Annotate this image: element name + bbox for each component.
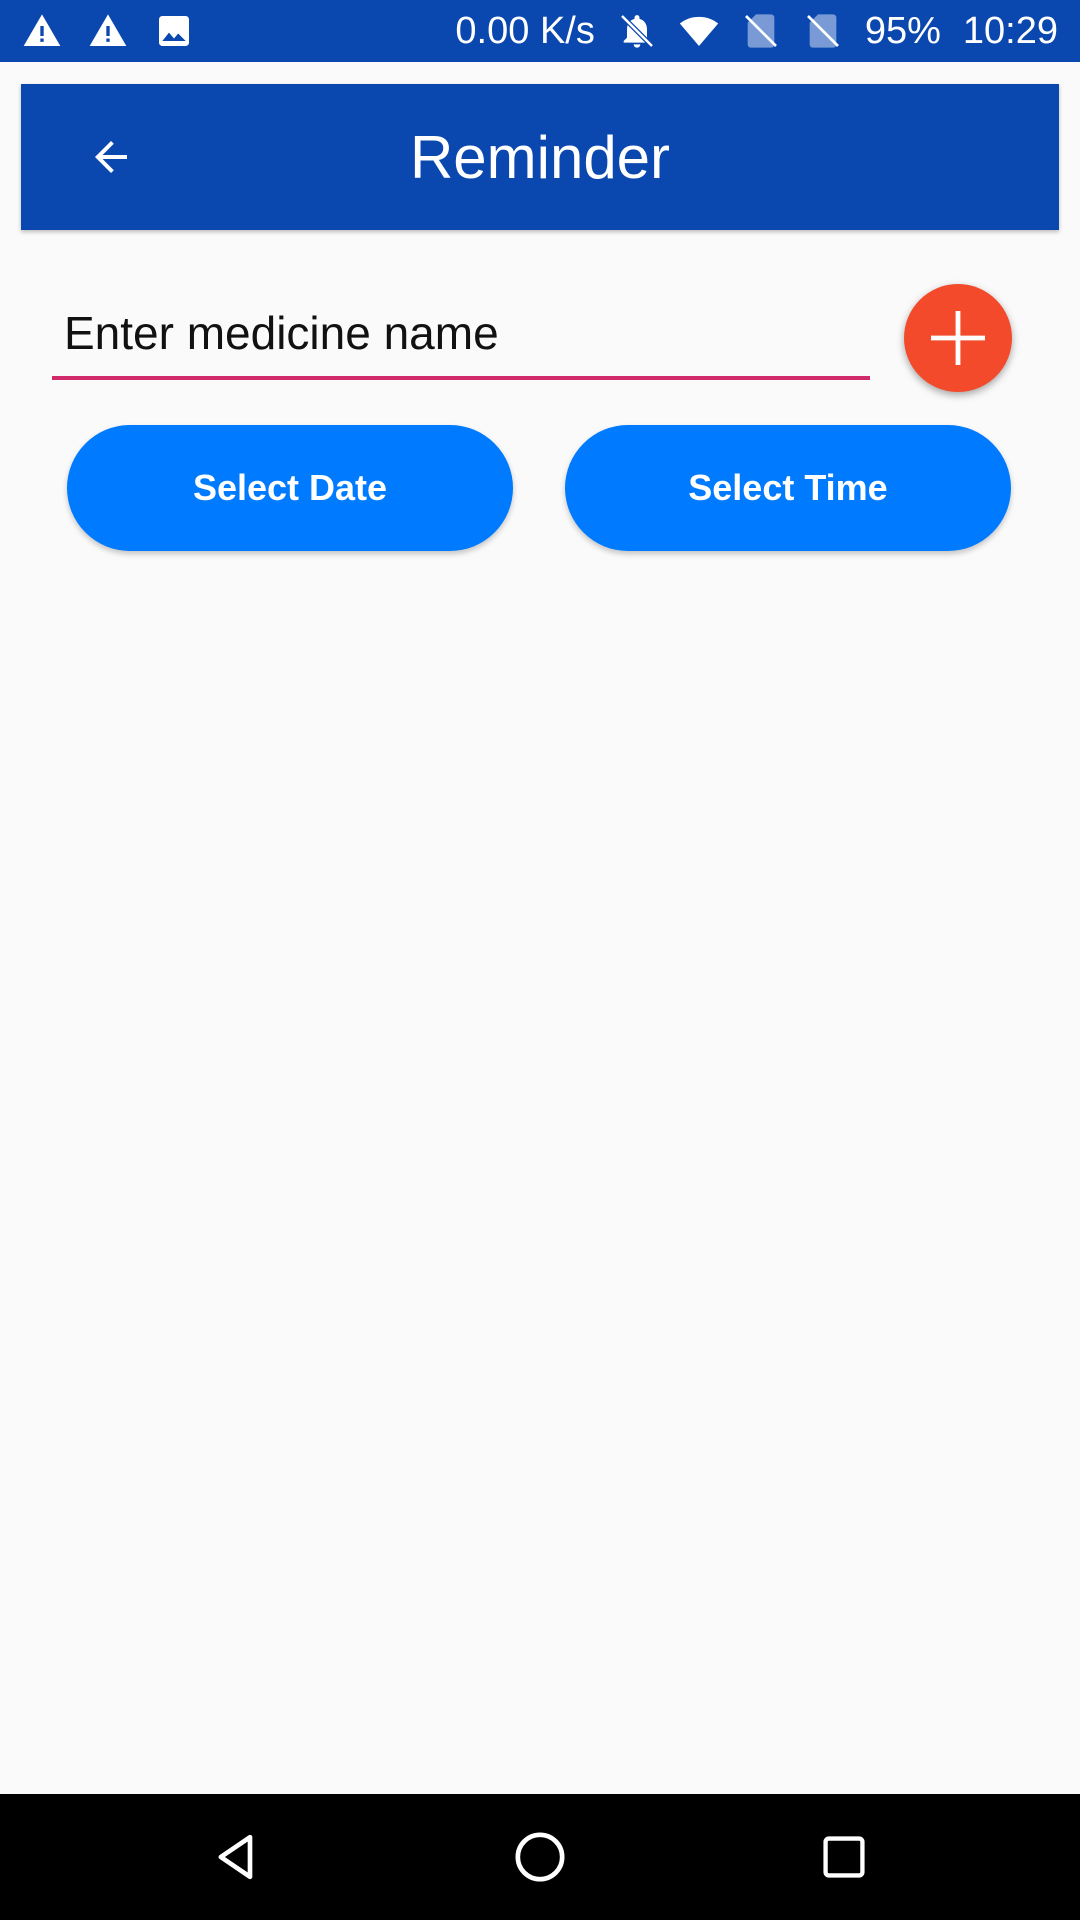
reminder-screen: 0.00 K/s 95% 10:29 Reminder Enter medici… bbox=[0, 0, 1080, 1920]
back-button[interactable] bbox=[71, 117, 151, 197]
status-bar: 0.00 K/s 95% 10:29 bbox=[0, 0, 1080, 62]
arrow-back-icon bbox=[95, 141, 127, 173]
select-date-label: Select Date bbox=[192, 467, 388, 508]
status-left-icons bbox=[22, 11, 194, 51]
bell-off-icon bbox=[620, 14, 654, 48]
warning-icon bbox=[23, 14, 61, 47]
plus-icon bbox=[931, 311, 985, 365]
battery-level: 95% bbox=[864, 9, 941, 52]
select-time-label: Select Time bbox=[688, 467, 888, 508]
nav-back-button[interactable] bbox=[196, 1817, 276, 1897]
nav-recents-icon bbox=[823, 1836, 865, 1878]
add-medicine-button[interactable] bbox=[904, 284, 1012, 392]
warning-icon bbox=[89, 14, 127, 47]
nav-recents-button[interactable] bbox=[804, 1817, 884, 1897]
page-title: Reminder bbox=[409, 123, 671, 191]
no-sim-icon bbox=[744, 14, 777, 48]
nav-home-button[interactable] bbox=[500, 1817, 580, 1897]
app-bar: Reminder bbox=[21, 84, 1059, 230]
nav-back-icon bbox=[218, 1834, 253, 1880]
system-nav-bar bbox=[0, 1794, 1080, 1920]
select-time-button[interactable]: Select Time bbox=[565, 425, 1011, 551]
select-date-button[interactable]: Select Date bbox=[67, 425, 513, 551]
medicine-name-input[interactable] bbox=[52, 290, 870, 380]
nav-home-icon bbox=[515, 1832, 565, 1882]
no-sim-icon bbox=[806, 14, 839, 48]
network-speed: 0.00 K/s bbox=[455, 9, 595, 52]
image-icon bbox=[159, 16, 189, 46]
wifi-icon bbox=[679, 16, 719, 46]
status-right: 0.00 K/s 95% 10:29 bbox=[455, 10, 1058, 53]
clock: 10:29 bbox=[962, 9, 1058, 52]
